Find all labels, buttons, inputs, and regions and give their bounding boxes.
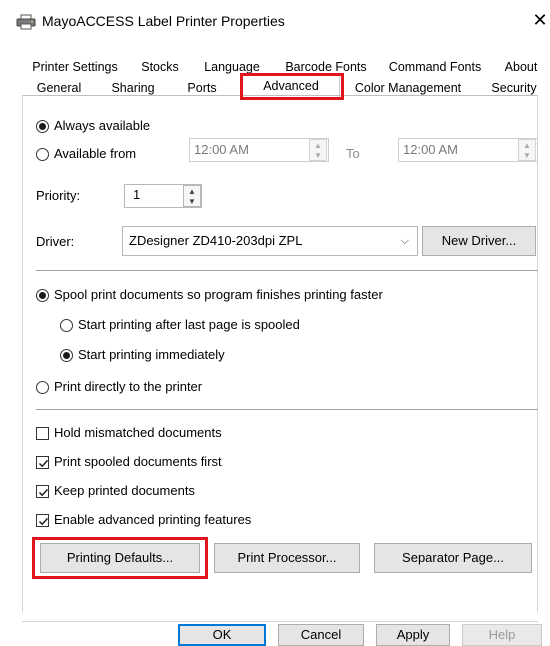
spin-down-icon: ▼ xyxy=(314,150,322,160)
tab-command-fonts[interactable]: Command Fonts xyxy=(386,58,484,76)
new-driver-button[interactable]: New Driver... xyxy=(422,226,536,256)
priority-label: Priority: xyxy=(36,188,81,203)
cancel-button[interactable]: Cancel xyxy=(278,624,364,646)
print-direct-label: Print directly to the printer xyxy=(54,379,203,394)
from-time-spinner[interactable]: ▲ ▼ xyxy=(309,139,327,161)
from-time-input[interactable]: 12:00 AM xyxy=(189,138,329,162)
start-after-last-label: Start printing after last page is spoole… xyxy=(78,317,300,332)
start-after-last-radio[interactable] xyxy=(60,319,73,332)
print-processor-button[interactable]: Print Processor... xyxy=(214,543,360,573)
driver-select-value: ZDesigner ZD410-203dpi ZPL xyxy=(129,233,303,248)
hold-mismatched-label: Hold mismatched documents xyxy=(54,425,222,440)
tab-stocks[interactable]: Stocks xyxy=(134,58,186,76)
check-icon xyxy=(39,488,49,497)
divider xyxy=(36,409,538,410)
spooled-first-checkbox[interactable] xyxy=(36,456,49,469)
spool-label: Spool print documents so program finishe… xyxy=(54,287,383,302)
close-icon[interactable]: ✕ xyxy=(530,8,550,32)
divider xyxy=(36,270,538,271)
keep-printed-checkbox[interactable] xyxy=(36,485,49,498)
always-available-radio[interactable] xyxy=(36,120,49,133)
spin-up-icon: ▲ xyxy=(523,140,531,150)
help-button[interactable]: Help xyxy=(462,624,542,646)
spin-down-icon: ▼ xyxy=(188,196,196,206)
available-from-radio[interactable] xyxy=(36,148,49,161)
to-time-spinner[interactable]: ▲ ▼ xyxy=(518,139,536,161)
available-from-label: Available from xyxy=(54,146,137,161)
spool-radio[interactable] xyxy=(36,289,49,302)
title-bar: MayoACCESS Label Printer Properties ✕ xyxy=(0,0,550,44)
ok-button[interactable]: OK xyxy=(178,624,266,646)
window-title: MayoACCESS Label Printer Properties xyxy=(42,13,285,29)
driver-select[interactable]: ZDesigner ZD410-203dpi ZPL ⌵ xyxy=(122,226,418,256)
hold-mismatched-checkbox[interactable] xyxy=(36,427,49,440)
check-icon xyxy=(39,517,49,526)
tab-about[interactable]: About xyxy=(500,58,542,76)
chevron-down-icon: ⌵ xyxy=(400,235,409,247)
separator-page-button[interactable]: Separator Page... xyxy=(374,543,532,573)
spin-up-icon: ▲ xyxy=(188,186,196,196)
check-icon xyxy=(39,459,49,468)
advanced-features-label: Enable advanced printing features xyxy=(54,512,252,527)
driver-label: Driver: xyxy=(36,234,75,249)
panel-bottom-edge xyxy=(22,621,538,622)
printer-icon xyxy=(16,14,36,30)
spooled-first-label: Print spooled documents first xyxy=(54,454,222,469)
spin-down-icon: ▼ xyxy=(523,150,531,160)
priority-spinner[interactable]: ▲ ▼ xyxy=(183,185,201,207)
start-immediately-radio[interactable] xyxy=(60,349,73,362)
advanced-features-checkbox[interactable] xyxy=(36,514,49,527)
printing-defaults-highlight xyxy=(32,537,208,579)
spin-up-icon: ▲ xyxy=(314,140,322,150)
print-direct-radio[interactable] xyxy=(36,381,49,394)
to-time-input[interactable]: 12:00 AM xyxy=(398,138,538,162)
to-label: To xyxy=(346,146,360,161)
start-immediately-label: Start printing immediately xyxy=(78,347,225,362)
keep-printed-label: Keep printed documents xyxy=(54,483,195,498)
tab-printer-settings[interactable]: Printer Settings xyxy=(30,58,120,76)
apply-button[interactable]: Apply xyxy=(376,624,450,646)
always-available-label: Always available xyxy=(54,118,151,133)
